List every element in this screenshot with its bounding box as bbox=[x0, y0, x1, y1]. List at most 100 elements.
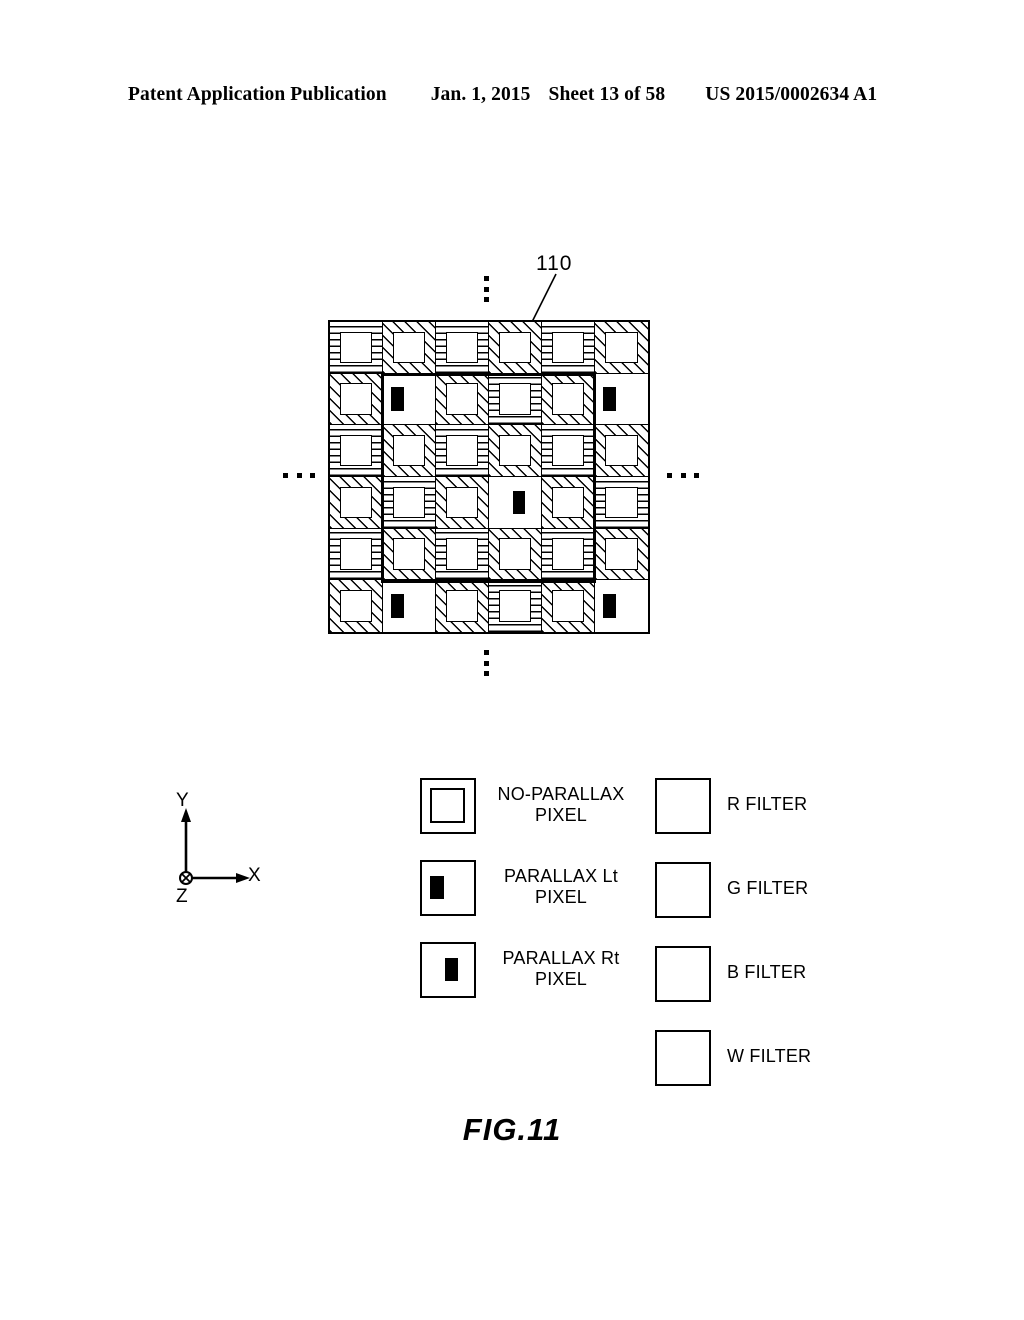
pixel-cell-r2-c1-R-none bbox=[330, 373, 383, 426]
mask-bar-lt bbox=[430, 875, 444, 900]
pixel-aperture bbox=[392, 538, 426, 570]
pixel-aperture bbox=[445, 434, 479, 467]
pixel-cell-r3-c3-G-none bbox=[436, 425, 489, 477]
parallax-mask-lt bbox=[603, 387, 617, 411]
parallax-mask-lt bbox=[391, 594, 404, 619]
legend-item-filter-R: R FILTER bbox=[655, 778, 885, 834]
pixel-aperture bbox=[605, 434, 638, 467]
pixel-cell-r3-c1-G-none bbox=[330, 425, 383, 477]
legend-label-filter-G: G FILTER bbox=[727, 878, 809, 898]
pixel-aperture bbox=[445, 383, 479, 415]
legend-item-parallax-rt: PARALLAX Rt PIXEL bbox=[420, 942, 630, 998]
axis-label-z: Z bbox=[176, 886, 188, 907]
pixel-cell-r2-c3-R-none bbox=[436, 373, 489, 426]
legend-label-filter-R: R FILTER bbox=[727, 794, 808, 814]
legend-color-filters: R FILTER G FILTER B FILTER W FILTER bbox=[655, 778, 885, 1114]
pixel-cell-r1-c4-R-none bbox=[489, 322, 542, 374]
pixel-cell-r3-c5-G-none bbox=[542, 425, 595, 477]
pixel-cell-r4-c1-R-none bbox=[330, 477, 383, 529]
pixel-cell-r1-c2-R-none bbox=[383, 322, 436, 374]
pixel-aperture bbox=[339, 331, 373, 364]
pixel-aperture bbox=[605, 538, 638, 570]
pixel-cell-r5-c4-R-none bbox=[489, 528, 542, 581]
pixel-cell-r2-c6-W-lt bbox=[595, 373, 648, 426]
legend-label-no-parallax: NO-PARALLAX PIXEL bbox=[497, 784, 625, 826]
pixel-aperture bbox=[339, 486, 373, 519]
pixel-aperture bbox=[498, 434, 532, 467]
legend-label-parallax-rt: PARALLAX Rt PIXEL bbox=[502, 948, 620, 990]
pixel-aperture bbox=[498, 331, 532, 364]
figure-11-drawing: 110 Y X Z NO-PARALLAX PIXEL PARALLAX Lt P… bbox=[0, 0, 1024, 1320]
legend-item-parallax-lt: PARALLAX Lt PIXEL bbox=[420, 860, 630, 916]
legend-item-no-parallax: NO-PARALLAX PIXEL bbox=[420, 778, 630, 834]
pixel-aperture bbox=[551, 383, 585, 415]
legend-swatch-no-parallax bbox=[420, 778, 476, 834]
pixel-cell-r4-c6-G-none bbox=[595, 477, 648, 529]
pixel-aperture bbox=[445, 331, 479, 364]
pixel-cell-r6-c4-G-none bbox=[489, 580, 542, 632]
legend-swatch-parallax-lt bbox=[420, 860, 476, 916]
pixel-cell-r1-c6-R-none bbox=[595, 322, 648, 374]
pixel-cell-r6-c1-R-none bbox=[330, 580, 383, 632]
pixel-aperture bbox=[445, 538, 479, 570]
axis-label-x: X bbox=[248, 865, 261, 886]
pixel-aperture bbox=[551, 590, 585, 623]
pixel-cell-r1-c3-G-none bbox=[436, 322, 489, 374]
pixel-cell-r1-c1-G-none bbox=[330, 322, 383, 374]
legend-swatch-filter-R bbox=[655, 778, 711, 834]
axis-indicator: Y X Z bbox=[168, 790, 278, 910]
legend-item-filter-G: G FILTER bbox=[655, 862, 885, 918]
pixel-aperture bbox=[392, 331, 426, 364]
ellipsis-bottom bbox=[484, 650, 490, 676]
legend-swatch-filter-B bbox=[655, 946, 711, 1002]
legend-label-parallax-lt: PARALLAX Lt PIXEL bbox=[504, 866, 618, 908]
pixel-cell-r5-c1-G-none bbox=[330, 528, 383, 581]
pixel-aperture bbox=[551, 538, 585, 570]
mask-bar-rt bbox=[444, 957, 459, 982]
legend-swatch-parallax-rt bbox=[420, 942, 476, 998]
pixel-aperture bbox=[551, 486, 585, 519]
pixel-cell-r6-c2-W-lt bbox=[383, 580, 436, 632]
pixel-cell-r5-c3-G-none bbox=[436, 528, 489, 581]
pixel-cell-r5-c6-R-none bbox=[595, 528, 648, 581]
pixel-cell-r4-c3-R-none bbox=[436, 477, 489, 529]
pixel-cell-r3-c2-R-none bbox=[383, 425, 436, 477]
legend-label-filter-W: W FILTER bbox=[727, 1046, 812, 1066]
pixel-cell-r1-c5-G-none bbox=[542, 322, 595, 374]
pixel-aperture bbox=[498, 383, 532, 415]
pixel-aperture bbox=[498, 590, 532, 623]
pixel-cell-r2-c2-W-lt bbox=[383, 373, 436, 426]
leader-line-110 bbox=[531, 273, 557, 323]
pixel-aperture bbox=[445, 486, 479, 519]
pixel-aperture bbox=[498, 538, 532, 570]
pixel-aperture bbox=[551, 331, 585, 364]
pixel-cell-r2-c4-G-none bbox=[489, 373, 542, 426]
ellipsis-left bbox=[283, 472, 315, 478]
axis-label-y: Y bbox=[176, 790, 189, 811]
parallax-mask-lt bbox=[603, 594, 617, 619]
legend-swatch-filter-G bbox=[655, 862, 711, 918]
pixel-cell-r2-c5-R-none bbox=[542, 373, 595, 426]
pixel-aperture bbox=[392, 486, 426, 519]
parallax-mask-rt bbox=[512, 490, 526, 514]
pixel-cell-r6-c3-R-none bbox=[436, 580, 489, 632]
parallax-mask-lt bbox=[391, 387, 404, 411]
figure-caption: FIG.11 bbox=[462, 1112, 562, 1147]
legend-label-filter-B: B FILTER bbox=[727, 962, 807, 982]
ellipsis-top bbox=[484, 276, 490, 302]
pixel-cell-r3-c6-R-none bbox=[595, 425, 648, 477]
pixel-aperture bbox=[339, 383, 373, 415]
pixel-cell-r4-c4-W-rt bbox=[489, 477, 542, 529]
ellipsis-right bbox=[667, 472, 699, 478]
pixel-cell-r5-c2-R-none bbox=[383, 528, 436, 581]
pixel-cell-r5-c5-G-none bbox=[542, 528, 595, 581]
pixel-aperture bbox=[339, 434, 373, 467]
pixel-cell-r6-c5-R-none bbox=[542, 580, 595, 632]
pixel-aperture bbox=[339, 590, 373, 623]
pixel-array-110 bbox=[328, 320, 650, 634]
pixel-aperture bbox=[392, 434, 426, 467]
pixel-cell-r6-c6-W-lt bbox=[595, 580, 648, 632]
pixel-aperture bbox=[605, 331, 638, 364]
legend-swatch-filter-W bbox=[655, 1030, 711, 1086]
pixel-cell-r4-c5-R-none bbox=[542, 477, 595, 529]
